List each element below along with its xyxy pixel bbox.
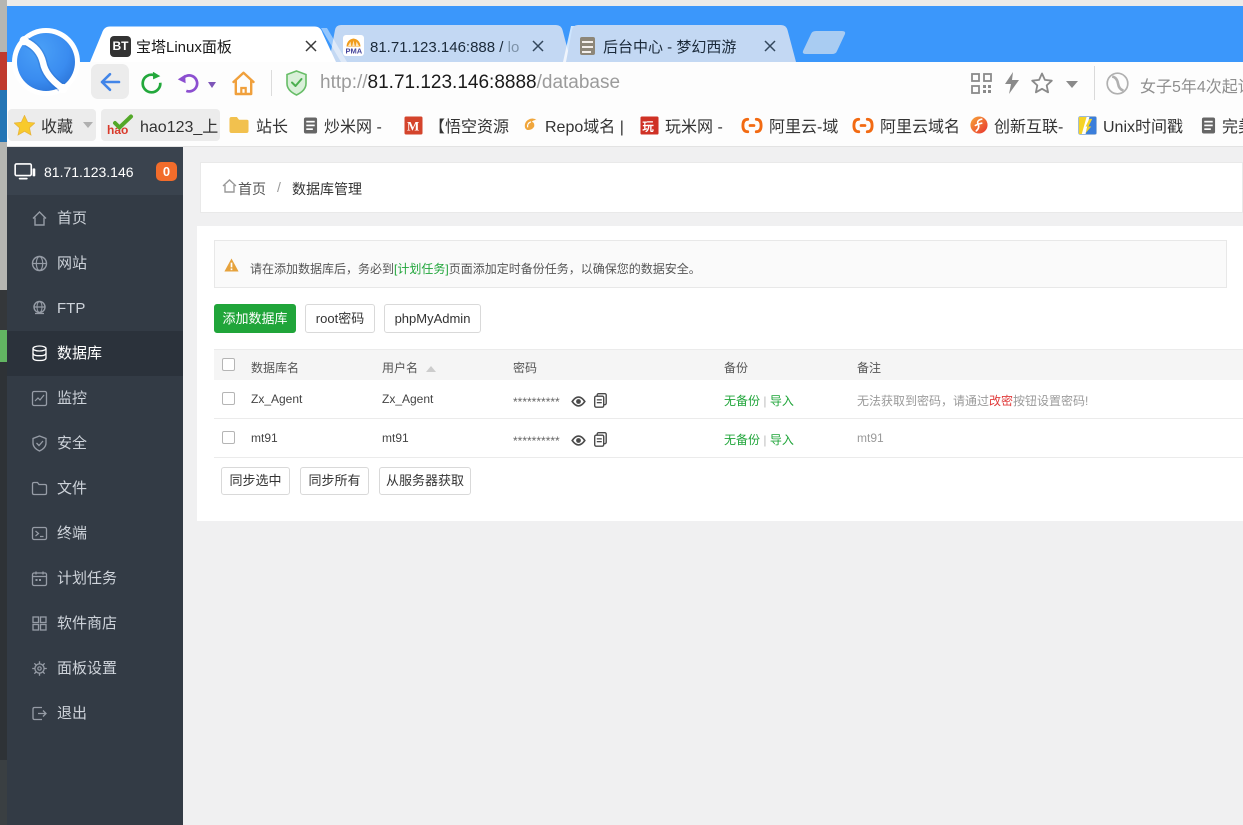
svg-text:PMA: PMA [346, 47, 363, 56]
svg-text:玩: 玩 [642, 120, 654, 133]
svg-text:M: M [407, 118, 419, 133]
